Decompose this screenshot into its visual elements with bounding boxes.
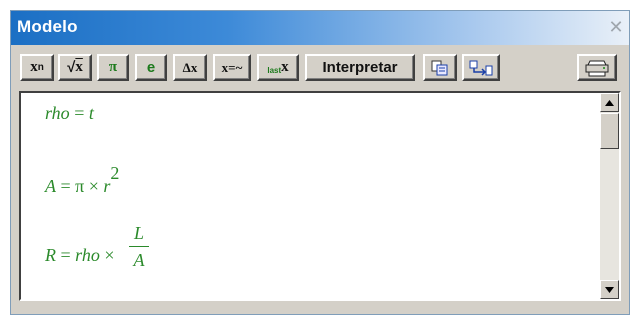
eq3-times: × xyxy=(104,245,115,265)
print-button[interactable] xyxy=(577,54,617,81)
approx-button-label: x=~ xyxy=(221,59,243,75)
export-button[interactable] xyxy=(462,54,500,81)
sqrt-icon: √ xyxy=(67,59,76,76)
close-button[interactable]: ✕ xyxy=(607,17,625,37)
power-button[interactable]: xn xyxy=(20,54,54,81)
eq3-var: rho xyxy=(75,245,100,265)
vertical-scrollbar[interactable] xyxy=(600,93,619,299)
eq1-rhs: t xyxy=(88,103,94,123)
power-button-exp: n xyxy=(37,62,44,73)
copy-icon xyxy=(431,60,448,75)
interpret-button[interactable]: Interpretar xyxy=(305,54,415,81)
arrow-down-icon xyxy=(605,286,614,293)
eq2-times: × xyxy=(88,176,99,196)
eq2-pi: π xyxy=(75,176,85,196)
eq3-lhs: R xyxy=(45,245,56,265)
title-bar: Modelo ✕ xyxy=(11,11,629,45)
equation-3: R = rho × xyxy=(45,245,115,266)
scroll-up-button[interactable] xyxy=(600,93,619,112)
eq2-exponent: 2 xyxy=(110,163,120,183)
copy-button[interactable] xyxy=(423,54,457,81)
approx-button[interactable]: x=~ xyxy=(213,54,251,81)
equation-2: A = π × r2 xyxy=(45,163,119,197)
e-button[interactable]: e xyxy=(135,54,167,81)
eq3-equals: = xyxy=(60,245,71,265)
delta-button-label: Δx xyxy=(182,59,198,75)
close-icon: ✕ xyxy=(608,16,624,37)
status-bar xyxy=(11,303,629,314)
last-value-sub: last xyxy=(267,66,282,75)
eq1-equals: = xyxy=(74,103,85,123)
last-value-base: x xyxy=(281,59,289,75)
power-button-base: x xyxy=(30,59,38,75)
model-editor[interactable]: rho = t A = π × r2 R = rho × L A xyxy=(19,91,621,301)
eq1-lhs: rho xyxy=(45,103,70,123)
window-title: Modelo xyxy=(17,17,78,36)
printer-icon xyxy=(585,60,609,76)
scroll-thumb[interactable] xyxy=(600,113,619,149)
pi-button-label: π xyxy=(108,59,118,75)
arrow-up-icon xyxy=(605,99,614,106)
toolbar: xn √ x π e Δx x=~ last x Interpretar xyxy=(11,45,629,87)
eq3-fraction: L A xyxy=(129,223,149,270)
pi-button[interactable]: π xyxy=(97,54,129,81)
eq2-equals: = xyxy=(60,176,71,196)
eq3-denominator: A xyxy=(133,250,145,270)
modelo-window: Modelo ✕ xn √ x π e Δx x=~ last x Interpre… xyxy=(10,10,630,315)
delta-button[interactable]: Δx xyxy=(173,54,207,81)
scroll-down-button[interactable] xyxy=(600,280,619,299)
sqrt-button[interactable]: √ x xyxy=(58,54,92,81)
eq3-fraction-bar xyxy=(129,246,149,247)
export-icon xyxy=(469,60,493,76)
e-button-label: e xyxy=(146,59,156,76)
eq2-lhs: A xyxy=(45,176,56,196)
sqrt-button-arg: x xyxy=(75,59,83,75)
eq3-numerator: L xyxy=(133,223,144,243)
last-value-button[interactable]: last x xyxy=(257,54,299,81)
interpret-button-label: Interpretar xyxy=(322,59,398,76)
equation-1: rho = t xyxy=(45,103,94,124)
